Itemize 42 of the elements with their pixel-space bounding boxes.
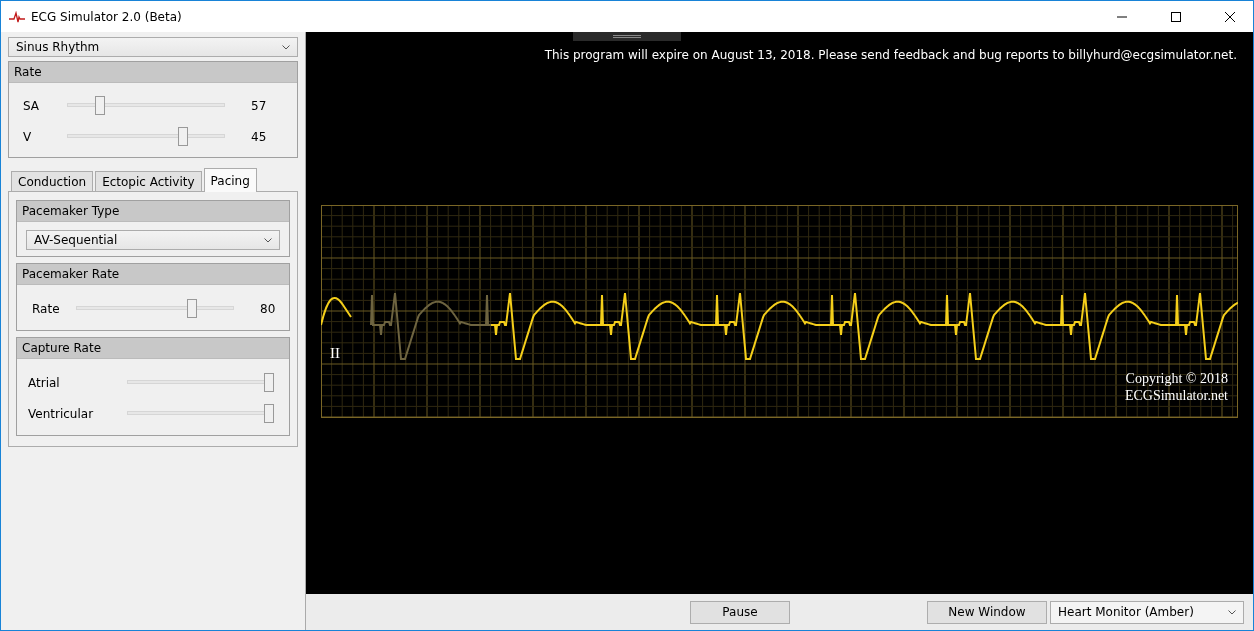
slider-thumb[interactable] <box>187 299 197 318</box>
drag-handle[interactable] <box>573 32 681 41</box>
slider[interactable] <box>76 299 234 318</box>
window-title: ECG Simulator 2.0 (Beta) <box>31 9 182 24</box>
pacemaker-type-dropdown[interactable]: AV-Sequential <box>26 230 280 250</box>
chevron-icon <box>282 44 290 50</box>
group-header: Rate <box>9 62 297 83</box>
slider-thumb[interactable] <box>178 127 188 146</box>
expiry-notice: This program will expire on August 13, 2018. Please send feedback and bug reports to billyhurd@ecgsimulator.net. <box>544 48 1237 62</box>
slider[interactable] <box>126 404 274 423</box>
slider[interactable] <box>126 373 274 392</box>
slider-value: 80 <box>260 301 276 316</box>
toolbar-button[interactable]: Pause <box>690 600 790 624</box>
copyright-text: Copyright © 2018 <box>1125 370 1228 387</box>
copyright-text: ECGSimulator.net <box>1124 387 1228 404</box>
app-logo-icon <box>9 10 25 23</box>
slider-label: Atrial <box>27 375 61 390</box>
close-icon[interactable] <box>1225 11 1235 22</box>
monitor-dropdown[interactable]: Heart Monitor (Amber) <box>1050 600 1244 624</box>
chevron-icon <box>1228 609 1236 615</box>
slider[interactable] <box>67 127 225 146</box>
toolbar-button[interactable]: New Window <box>927 600 1047 624</box>
group-header: Capture Rate <box>17 338 289 359</box>
slider-thumb[interactable] <box>95 96 106 115</box>
lead-label: II <box>330 345 340 362</box>
rhythm-dropdown[interactable]: Sinus Rhythm <box>8 37 298 57</box>
tab[interactable]: Conduction <box>11 171 94 191</box>
chevron-icon <box>264 237 272 243</box>
tab[interactable]: Pacing <box>203 168 257 192</box>
slider-value: 45 <box>251 129 267 144</box>
tab[interactable]: Ectopic Activity <box>95 171 202 191</box>
group-header: Pacemaker Rate <box>17 264 289 285</box>
maximize-icon[interactable] <box>1171 11 1181 22</box>
slider-value: 57 <box>251 98 267 113</box>
slider-label: SA <box>22 98 41 113</box>
slider[interactable] <box>67 96 225 115</box>
slider-thumb[interactable] <box>264 373 274 392</box>
slider-thumb[interactable] <box>264 404 274 423</box>
slider-label: V <box>22 129 33 144</box>
group-header: Pacemaker Type <box>17 201 289 222</box>
slider-label: Ventricular <box>27 406 95 421</box>
slider-label: Rate <box>31 301 61 316</box>
